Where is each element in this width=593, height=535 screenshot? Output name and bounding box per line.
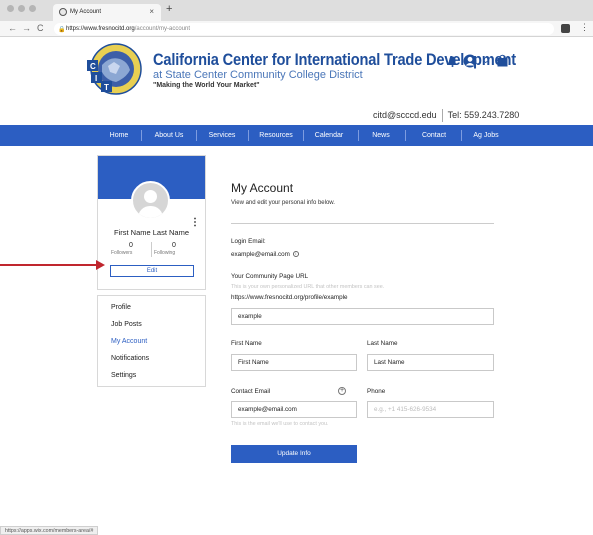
followers-count: 0 (129, 242, 133, 249)
site-title[interactable]: California Center for International Trad… (153, 50, 516, 70)
nav-ag-jobs[interactable]: Ag Jobs (468, 125, 504, 146)
tab-title: My Account (70, 9, 102, 15)
new-tab-button[interactable]: + (166, 3, 172, 15)
main-nav: Home About Us Services Resources Calenda… (0, 125, 593, 146)
page-subtitle: View and edit your personal info below. (231, 200, 335, 206)
profile-card: ⋮ First Name Last Name 0 Followers 0 Fol… (97, 155, 206, 290)
following-count: 0 (172, 242, 176, 249)
contact-phone[interactable]: Tel: 559.243.7280 (448, 110, 520, 120)
lock-icon: 🔒 (58, 27, 66, 33)
site-subtitle: at State Center Community College Distri… (153, 69, 363, 81)
nav-resources[interactable]: Resources (256, 125, 296, 146)
contact-email[interactable]: citd@scccd.edu (373, 110, 437, 120)
community-url-input[interactable] (231, 308, 494, 325)
site-tagline: "Making the World Your Market" (153, 82, 260, 89)
menu-item-settings[interactable]: Settings (111, 372, 136, 379)
status-bar-url: https://apps.wix.com/members-area/# (0, 526, 99, 535)
following-label: Following (154, 250, 176, 256)
add-email-icon[interactable]: + (338, 387, 346, 395)
window-maximize-button[interactable] (29, 5, 36, 12)
nav-home[interactable]: Home (104, 125, 134, 146)
chevron-down-icon[interactable]: ⌄ (482, 55, 490, 66)
annotation-arrow-head (96, 260, 105, 270)
nav-services[interactable]: Services (205, 125, 239, 146)
browser-menu-icon[interactable]: ⋮ (580, 22, 589, 33)
menu-item-my-account[interactable]: My Account (111, 338, 147, 345)
address-bar: ← → C 🔒 https://www.fresnocitd.org/accou… (0, 21, 593, 37)
avatar[interactable] (131, 181, 170, 220)
annotation-arrow-line (0, 264, 98, 266)
login-email-value: example@email.com i (231, 251, 299, 258)
citd-logo[interactable]: C I T (86, 42, 146, 96)
first-name-input[interactable] (231, 354, 357, 371)
menu-item-job-posts[interactable]: Job Posts (111, 321, 142, 328)
window-close-button[interactable] (7, 5, 14, 12)
nav-news[interactable]: News (366, 125, 396, 146)
url-host: https://www.fresnocitd.org (66, 26, 135, 32)
browser-tab-bar: My Account × + (0, 0, 593, 21)
followers-label: Followers (111, 250, 133, 256)
svg-text:C: C (90, 62, 96, 71)
nav-about-us[interactable]: About Us (150, 125, 188, 146)
info-icon[interactable]: i (292, 251, 299, 258)
user-icon[interactable] (463, 54, 477, 68)
menu-item-profile[interactable]: Profile (111, 304, 131, 311)
tab-close-icon[interactable]: × (149, 7, 154, 16)
url-input[interactable]: 🔒 https://www.fresnocitd.org/account/my-… (54, 23, 554, 35)
extension-icon[interactable] (561, 24, 570, 33)
contact-email-hint: This is the email we'll use to contact y… (231, 421, 329, 427)
last-name-label: Last Name (367, 340, 398, 347)
back-button[interactable]: ← (8, 23, 17, 33)
reload-button[interactable]: C (37, 23, 44, 33)
contact-email-label: Contact Email (231, 388, 271, 395)
account-side-menu: Profile Job Posts My Account Notificatio… (97, 295, 206, 387)
nav-contact[interactable]: Contact (416, 125, 452, 146)
contact-email-input[interactable] (231, 401, 357, 418)
browser-tab[interactable]: My Account × (53, 4, 161, 21)
last-name-input[interactable] (367, 354, 494, 371)
svg-text:T: T (104, 83, 109, 92)
cart-icon[interactable] (497, 54, 508, 67)
section-divider (231, 223, 494, 224)
svg-text:I: I (95, 74, 97, 83)
login-email-label: Login Email: (231, 238, 266, 245)
phone-input[interactable] (367, 401, 494, 418)
bell-icon[interactable] (448, 56, 457, 67)
globe-icon (59, 8, 67, 16)
contact-line: citd@scccd.edu Tel: 559.243.7280 (373, 109, 519, 122)
community-url-base: https://www.fresnocitd.org/profile/examp… (231, 294, 348, 301)
first-name-label: First Name (231, 340, 262, 347)
url-path: /account/my-account (134, 26, 191, 32)
community-url-hint: This is your own personalized URL that o… (231, 284, 385, 290)
edit-profile-button[interactable]: Edit (110, 265, 194, 277)
nav-calendar[interactable]: Calendar (311, 125, 347, 146)
menu-item-notifications[interactable]: Notifications (111, 355, 149, 362)
profile-name: First Name Last Name (113, 228, 190, 237)
page-title: My Account (231, 181, 294, 195)
following-stat[interactable]: 0 Following (154, 242, 194, 256)
phone-label: Phone (367, 388, 386, 395)
window-minimize-button[interactable] (18, 5, 25, 12)
more-options-icon[interactable]: ⋮ (190, 217, 200, 228)
followers-stat[interactable]: 0 Followers (111, 242, 151, 256)
forward-button[interactable]: → (22, 23, 31, 33)
community-url-label: Your Community Page URL (231, 273, 309, 280)
update-info-button[interactable]: Update Info (231, 445, 357, 463)
